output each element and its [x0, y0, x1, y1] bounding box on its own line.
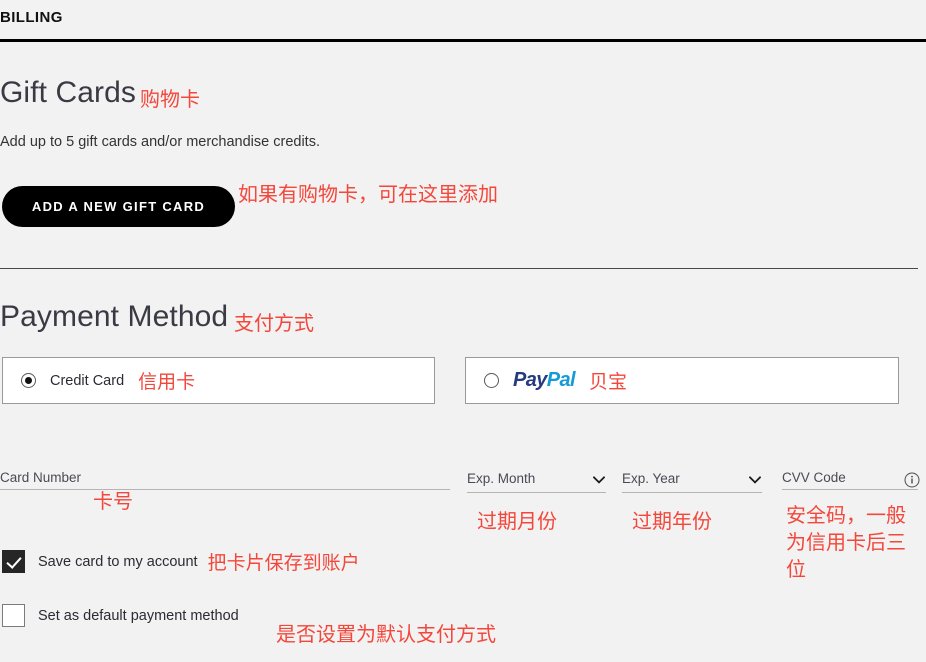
payment-option-credit-card-label: Credit Card	[50, 372, 125, 389]
card-number-label: Card Number	[0, 470, 82, 485]
add-gift-card-annotation: 如果有购物卡，可在这里添加	[238, 182, 498, 206]
payment-method-heading-text: Payment Method	[0, 300, 229, 333]
default-payment-checkbox-row[interactable]: Set as default payment method	[2, 604, 239, 627]
exp-month-annotation: 过期月份	[477, 509, 557, 533]
exp-year-select[interactable]: Exp. Year	[622, 470, 762, 493]
section-divider	[0, 268, 918, 269]
radio-credit-card[interactable]	[21, 373, 36, 388]
radio-paypal[interactable]	[484, 373, 499, 388]
cvv-code-label: CVV Code	[782, 470, 846, 485]
exp-month-select[interactable]: Exp. Month	[467, 470, 606, 493]
default-payment-checkbox[interactable]	[2, 604, 25, 627]
payment-option-paypal-annotation: 贝宝	[589, 371, 628, 393]
default-payment-label: Set as default payment method	[38, 607, 239, 624]
payment-option-credit-card-annotation: 信用卡	[138, 371, 196, 393]
header-rule	[0, 39, 926, 42]
chevron-down-icon	[593, 476, 605, 484]
exp-year-annotation: 过期年份	[632, 509, 712, 533]
paypal-logo-pal: Pal	[546, 369, 576, 391]
card-number-annotation: 卡号	[93, 489, 133, 513]
payment-option-paypal[interactable]: PayPal 贝宝	[465, 357, 899, 404]
gift-cards-description: Add up to 5 gift cards and/or merchandis…	[0, 134, 320, 150]
default-payment-annotation: 是否设置为默认支付方式	[276, 622, 496, 646]
payment-method-heading-annotation: 支付方式	[234, 311, 314, 335]
payment-method-heading: Payment Method	[0, 300, 228, 334]
paypal-logo: PayPal	[513, 369, 576, 392]
save-card-checkbox-row[interactable]: Save card to my account 把卡片保存到账户	[2, 548, 360, 575]
save-card-checkbox[interactable]	[2, 550, 25, 573]
cvv-code-annotation: 安全码，一般为信用卡后三位	[786, 503, 906, 581]
gift-cards-heading-annotation: 购物卡	[140, 87, 200, 111]
cvv-code-field[interactable]: CVV Code	[782, 470, 920, 490]
info-circle-icon[interactable]	[904, 472, 920, 488]
gift-cards-heading-text: Gift Cards	[0, 76, 137, 109]
save-card-label: Save card to my account	[38, 553, 198, 570]
save-card-annotation: 把卡片保存到账户	[207, 552, 360, 574]
page-title: BILLING	[0, 9, 63, 26]
payment-option-credit-card[interactable]: Credit Card 信用卡	[2, 357, 435, 404]
exp-year-label: Exp. Year	[622, 471, 680, 486]
paypal-logo-pay: Pay	[513, 369, 547, 391]
add-a-new-gift-card-button[interactable]: ADD A NEW GIFT CARD	[2, 186, 235, 227]
billing-page: BILLING Gift Cards 购物卡 Add up to 5 gift …	[0, 0, 926, 662]
gift-cards-heading: Gift Cards	[0, 76, 136, 110]
chevron-down-icon	[749, 476, 761, 484]
exp-month-label: Exp. Month	[467, 471, 536, 486]
card-number-field[interactable]: Card Number	[0, 470, 450, 490]
